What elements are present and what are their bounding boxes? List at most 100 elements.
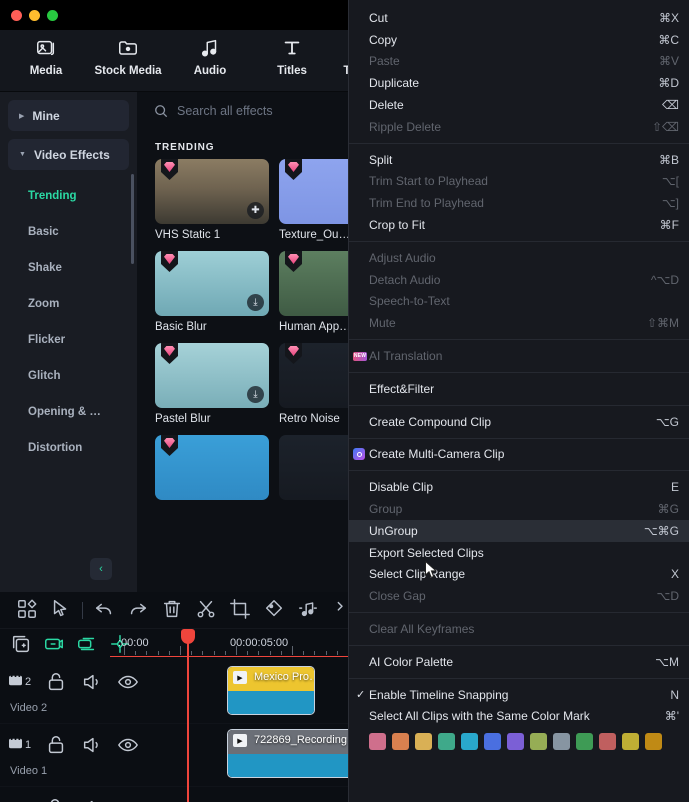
menu-item-disable-clip[interactable]: Disable Clip E: [349, 476, 689, 498]
playhead-handle[interactable]: [181, 629, 195, 644]
close-window-button[interactable]: [11, 9, 22, 21]
color-mark-swatch[interactable]: [645, 733, 662, 751]
color-mark-swatch[interactable]: [415, 733, 432, 751]
effect-card[interactable]: ✚ VHS Static 1: [155, 159, 269, 241]
add-track-button[interactable]: [10, 633, 32, 658]
crop-button[interactable]: [223, 595, 257, 625]
menu-item-ungroup[interactable]: UnGroup ⌥⌘G: [349, 519, 689, 542]
menu-item-export-selected-clips[interactable]: Export Selected Clips: [349, 542, 689, 564]
category-group-mine[interactable]: ▶ Mine: [8, 100, 129, 131]
split-scissors-button[interactable]: [189, 595, 223, 625]
sidebar-item-opening[interactable]: Opening & …: [8, 394, 129, 430]
menu-item-close-gap[interactable]: Close Gap ⌥D: [349, 585, 689, 607]
menu-item-clear-all-keyframes[interactable]: Clear All Keyframes: [349, 618, 689, 640]
sidebar-item-trending[interactable]: Trending: [8, 178, 129, 214]
lock-icon[interactable]: [44, 797, 66, 802]
menu-item-mute[interactable]: Mute ⇧⌘M: [349, 312, 689, 334]
menu-item-shortcut: ⌥M: [655, 654, 679, 669]
color-mark-swatch[interactable]: [530, 733, 547, 751]
effect-thumbnail[interactable]: ⤓: [155, 251, 269, 316]
color-mark-swatch[interactable]: [599, 733, 616, 751]
menu-item-paste[interactable]: Paste ⌘V: [349, 51, 689, 73]
menu-item-adjust-audio[interactable]: Adjust Audio: [349, 247, 689, 269]
download-effect-icon[interactable]: ⤓: [247, 386, 264, 403]
sidebar-item-zoom[interactable]: Zoom: [8, 286, 129, 322]
lock-icon[interactable]: [45, 734, 67, 756]
menu-item-ai-translation[interactable]: NEW AI Translation: [349, 345, 689, 367]
delete-trash-button[interactable]: [155, 595, 189, 625]
sidebar-item-shake[interactable]: Shake: [8, 250, 129, 286]
timeline-clip[interactable]: ▶ Mexico Pro…: [227, 666, 315, 715]
color-mark-swatch[interactable]: [507, 733, 524, 751]
track-tools: [0, 629, 129, 661]
search-input-placeholder[interactable]: Search all effects: [177, 104, 273, 118]
menu-item-enable-timeline-snapping[interactable]: ✓ Enable Timeline Snapping N: [349, 684, 689, 706]
track-header: 1 Video 1: [0, 724, 139, 786]
menu-item-cut[interactable]: Cut ⌘X: [349, 7, 689, 29]
effect-card[interactable]: ⤓ Pastel Blur: [155, 343, 269, 425]
templates-grid-button[interactable]: [10, 595, 44, 625]
menu-item-crop-to-fit[interactable]: Crop to Fit ⌘F: [349, 214, 689, 236]
color-mark-swatch[interactable]: [438, 733, 455, 751]
menu-item-create-multi-camera-clip[interactable]: Create Multi-Camera Clip: [349, 444, 689, 466]
effect-thumbnail[interactable]: ✚: [155, 159, 269, 224]
color-mark-swatch[interactable]: [622, 733, 639, 751]
menu-item-create-compound-clip[interactable]: Create Compound Clip ⌥G: [349, 411, 689, 433]
menu-item-trim-start-to-playhead[interactable]: Trim Start to Playhead ⌥[: [349, 171, 689, 193]
menu-item-label: Enable Timeline Snapping: [369, 687, 509, 702]
menu-item-speech-to-text[interactable]: Speech-to-Text: [349, 291, 689, 313]
nav-tab-media[interactable]: Media: [18, 36, 74, 77]
nav-tab-stock-media[interactable]: Stock Media: [94, 36, 162, 77]
menu-item-group[interactable]: Group ⌘G: [349, 498, 689, 520]
color-mark-swatch[interactable]: [392, 733, 409, 751]
color-mark-swatch[interactable]: [484, 733, 501, 751]
color-match-button[interactable]: [257, 595, 291, 625]
color-mark-swatch[interactable]: [553, 733, 570, 751]
nav-tab-titles[interactable]: Titles: [264, 36, 320, 77]
undo-button[interactable]: [87, 595, 121, 625]
color-mark-swatch[interactable]: [576, 733, 593, 751]
nav-tab-audio[interactable]: Audio: [182, 36, 238, 77]
effect-card[interactable]: ⤓ Basic Blur: [155, 251, 269, 333]
menu-item-select-all-clips-with-the-same-color-mark[interactable]: Select All Clips with the Same Color Mar…: [349, 706, 689, 728]
download-effect-icon[interactable]: ⤓: [247, 294, 264, 311]
audio-detach-button[interactable]: [291, 595, 325, 625]
maximize-window-button[interactable]: [47, 9, 58, 21]
effect-thumbnail[interactable]: ⤓: [155, 343, 269, 408]
menu-item-copy[interactable]: Copy ⌘C: [349, 29, 689, 51]
redo-button[interactable]: [121, 595, 155, 625]
menu-item-ai-color-palette[interactable]: AI Color Palette ⌥M: [349, 651, 689, 673]
menu-item-delete[interactable]: Delete ⌫: [349, 94, 689, 116]
menu-item-trim-end-to-playhead[interactable]: Trim End to Playhead ⌥]: [349, 192, 689, 214]
menu-item-split[interactable]: Split ⌘B: [349, 149, 689, 171]
effect-thumbnail[interactable]: [155, 435, 269, 500]
sidebar-item-flicker[interactable]: Flicker: [8, 322, 129, 358]
mute-icon[interactable]: [81, 671, 103, 693]
sidebar-item-basic[interactable]: Basic: [8, 214, 129, 250]
menu-item-duplicate[interactable]: Duplicate ⌘D: [349, 72, 689, 94]
category-scrollbar[interactable]: [131, 174, 134, 264]
selection-pointer-button[interactable]: [44, 595, 78, 625]
sidebar-item-distortion[interactable]: Distortion: [8, 430, 129, 466]
color-mark-swatch[interactable]: [461, 733, 478, 751]
record-button[interactable]: [76, 633, 98, 658]
menu-item-ripple-delete[interactable]: Ripple Delete ⇧⌫: [349, 116, 689, 138]
color-mark-swatch[interactable]: [369, 733, 386, 751]
mute-icon[interactable]: [80, 797, 102, 802]
add-effect-icon[interactable]: ✚: [247, 202, 264, 219]
menu-item-select-clip-range[interactable]: Select Clip Range X: [349, 564, 689, 586]
minimize-window-button[interactable]: [29, 9, 40, 21]
category-group-video-effects[interactable]: ▼ Video Effects: [8, 139, 129, 170]
effect-card[interactable]: [155, 435, 269, 505]
marker-button[interactable]: [43, 633, 65, 658]
menu-item-shortcut: ⇧⌫: [651, 119, 679, 134]
lock-icon[interactable]: [45, 671, 67, 693]
menu-item-label: Create Compound Clip: [369, 414, 492, 429]
collapse-panel-button[interactable]: ‹: [90, 558, 112, 580]
playhead[interactable]: [181, 629, 195, 802]
menu-item-detach-audio[interactable]: Detach Audio ^⌥D: [349, 269, 689, 291]
sidebar-item-glitch[interactable]: Glitch: [8, 358, 129, 394]
pro-gem-icon: [161, 251, 178, 272]
menu-item-effect-filter[interactable]: Effect&Filter: [349, 378, 689, 400]
mute-icon[interactable]: [81, 734, 103, 756]
